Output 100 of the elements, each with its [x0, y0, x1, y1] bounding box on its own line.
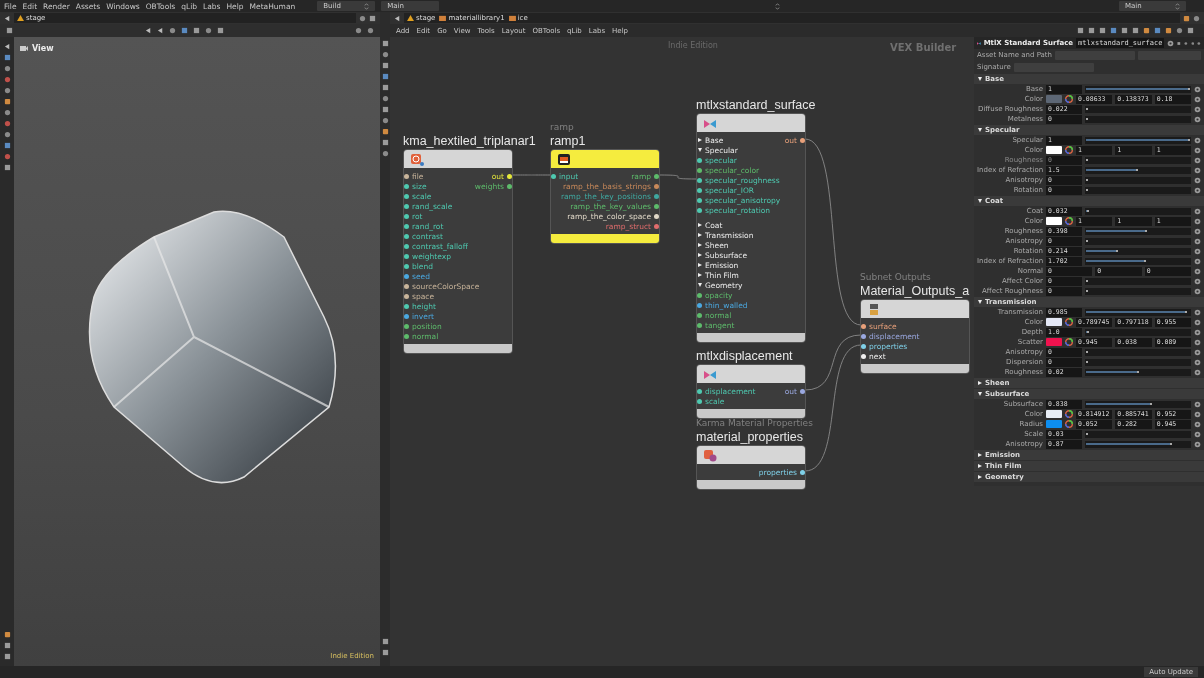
slider[interactable]	[1085, 186, 1191, 194]
color-swatch[interactable]	[1046, 410, 1062, 418]
port-dot[interactable]	[404, 223, 409, 229]
tool-icon[interactable]	[1187, 27, 1194, 34]
port-dot[interactable]	[404, 203, 409, 209]
port-dot[interactable]	[404, 183, 409, 189]
slider[interactable]	[1085, 166, 1191, 174]
slider[interactable]	[1085, 368, 1191, 376]
slider[interactable]	[1085, 358, 1191, 366]
color-wheel-icon[interactable]	[1065, 338, 1073, 346]
disclosure-triangle-icon[interactable]	[978, 464, 982, 468]
port-dot[interactable]	[800, 388, 805, 394]
color-swatch[interactable]	[1046, 318, 1062, 326]
slider[interactable]	[1085, 440, 1191, 448]
port-dot[interactable]	[697, 187, 702, 193]
port-dot[interactable]	[654, 183, 659, 189]
port-dot[interactable]	[404, 253, 409, 259]
port-dot[interactable]	[404, 243, 409, 249]
disclosure-triangle-icon[interactable]	[698, 138, 702, 142]
slider[interactable]	[1085, 257, 1191, 265]
slider[interactable]	[1085, 176, 1191, 184]
disclosure-triangle-icon[interactable]	[978, 475, 982, 479]
port-dot[interactable]	[507, 173, 512, 179]
slider[interactable]	[1085, 400, 1191, 408]
port-dot[interactable]	[697, 322, 702, 328]
color-wheel-icon[interactable]	[1065, 146, 1073, 154]
port-dot[interactable]	[654, 223, 659, 229]
grid-icon[interactable]	[6, 27, 13, 34]
disclosure-triangle-icon[interactable]	[698, 263, 702, 267]
port-dot[interactable]	[404, 303, 409, 309]
port-dot[interactable]	[404, 273, 409, 279]
port-dot[interactable]	[404, 293, 409, 299]
color-wheel-icon[interactable]	[1065, 318, 1073, 326]
slider[interactable]	[1085, 136, 1191, 144]
port-dot[interactable]	[404, 263, 409, 269]
slider[interactable]	[1085, 207, 1191, 215]
color-wheel-icon[interactable]	[1065, 420, 1073, 428]
disclosure-triangle-icon[interactable]	[978, 77, 982, 81]
disclosure-triangle-icon[interactable]	[978, 381, 982, 385]
color-swatch[interactable]	[1046, 95, 1062, 103]
port-dot[interactable]	[697, 157, 702, 163]
port-dot[interactable]	[654, 173, 659, 179]
color-wheel-icon[interactable]	[1065, 95, 1073, 103]
disclosure-triangle-icon[interactable]	[698, 253, 702, 257]
port-dot[interactable]	[404, 213, 409, 219]
port-dot[interactable]	[654, 193, 659, 199]
port-dot[interactable]	[697, 292, 702, 298]
back-arrow-icon[interactable]	[394, 14, 401, 22]
disclosure-triangle-icon[interactable]	[698, 273, 702, 277]
disclosure-triangle-icon[interactable]	[698, 148, 702, 152]
color-swatch[interactable]	[1046, 146, 1062, 154]
color-swatch[interactable]	[1046, 338, 1062, 346]
disclosure-triangle-icon[interactable]	[978, 300, 982, 304]
slider[interactable]	[1085, 105, 1191, 113]
port-dot[interactable]	[697, 388, 702, 394]
disclosure-triangle-icon[interactable]	[698, 283, 702, 287]
color-swatch[interactable]	[1046, 420, 1062, 428]
disclosure-triangle-icon[interactable]	[978, 199, 982, 203]
slider[interactable]	[1085, 277, 1191, 285]
slider[interactable]	[1085, 227, 1191, 235]
color-swatch[interactable]	[1046, 217, 1062, 225]
slider[interactable]	[1085, 308, 1191, 316]
port-dot[interactable]	[861, 343, 866, 349]
disclosure-triangle-icon[interactable]	[698, 243, 702, 247]
port-dot[interactable]	[861, 333, 866, 339]
color-wheel-icon[interactable]	[1065, 217, 1073, 225]
slider[interactable]	[1085, 430, 1191, 438]
slider[interactable]	[1085, 85, 1191, 93]
port-dot[interactable]	[697, 207, 702, 213]
port-dot[interactable]	[697, 398, 702, 404]
color-wheel-icon[interactable]	[1065, 410, 1073, 418]
slider[interactable]	[1085, 237, 1191, 245]
dropdown-field[interactable]	[1055, 50, 1135, 60]
port-dot[interactable]	[404, 313, 409, 319]
port-dot[interactable]	[404, 193, 409, 199]
port-dot[interactable]	[697, 302, 702, 308]
node-card[interactable]	[696, 113, 806, 343]
port-dot[interactable]	[404, 173, 409, 179]
port-dot[interactable]	[800, 137, 805, 143]
disclosure-triangle-icon[interactable]	[978, 453, 982, 457]
disclosure-triangle-icon[interactable]	[978, 128, 982, 132]
port-dot[interactable]	[861, 323, 866, 329]
port-dot[interactable]	[697, 167, 702, 173]
disclosure-triangle-icon[interactable]	[978, 392, 982, 396]
port-dot[interactable]	[404, 333, 409, 339]
slider[interactable]	[1085, 287, 1191, 295]
disclosure-triangle-icon[interactable]	[698, 223, 702, 227]
path-field[interactable]	[1138, 50, 1201, 60]
port-dot[interactable]	[861, 353, 866, 359]
port-dot[interactable]	[551, 173, 556, 179]
port-dot[interactable]	[404, 233, 409, 239]
port-dot[interactable]	[697, 197, 702, 203]
port-dot[interactable]	[697, 312, 702, 318]
port-dot[interactable]	[654, 203, 659, 209]
slider[interactable]	[1085, 247, 1191, 255]
port-dot[interactable]	[404, 323, 409, 329]
back-arrow-icon[interactable]	[4, 14, 11, 22]
port-dot[interactable]	[404, 283, 409, 289]
network-canvas[interactable]	[390, 37, 1204, 666]
slider[interactable]	[1085, 328, 1191, 336]
